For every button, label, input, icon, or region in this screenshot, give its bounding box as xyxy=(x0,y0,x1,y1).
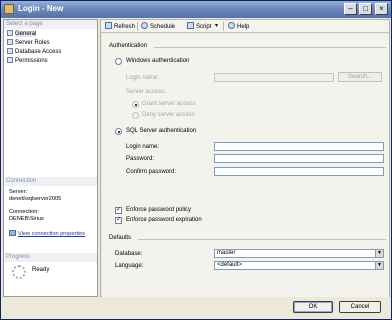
toolbar-separator xyxy=(223,22,224,31)
defaults-group-label: Defaults xyxy=(109,235,132,241)
view-connection-properties-link[interactable]: View connection properties xyxy=(9,230,85,238)
windows-login-name-field[interactable] xyxy=(214,73,334,82)
page-icon xyxy=(7,39,13,45)
toolbar-separator xyxy=(137,22,138,31)
deny-access-label: Deny server access xyxy=(142,112,195,118)
progress-header: Progress xyxy=(4,253,97,262)
minimize-button[interactable]: – xyxy=(344,3,357,15)
clock-icon xyxy=(141,22,148,29)
enforce-expiration-checkbox[interactable]: ✓ xyxy=(115,217,122,224)
title-bar[interactable]: Login - New – □ × xyxy=(1,1,391,18)
general-page-content: Authentication Windows authentication Lo… xyxy=(102,34,389,297)
maximize-button[interactable]: □ xyxy=(359,3,372,15)
help-button[interactable]: Help xyxy=(228,22,249,32)
right-pane: Refresh Schedule Script ▾ Help Authentic… xyxy=(100,19,390,297)
defaults-divider xyxy=(138,239,386,240)
refresh-icon xyxy=(105,22,112,29)
page-item-database-access[interactable]: Database Access xyxy=(7,48,61,56)
connection-header: Connection xyxy=(4,177,97,186)
enforce-expiration-label: Enforce password expiration xyxy=(126,217,202,223)
progress-status: Ready xyxy=(32,267,50,273)
page-item-general[interactable]: General xyxy=(7,30,37,38)
page-item-permissions[interactable]: Permissions xyxy=(7,57,48,65)
ok-button[interactable]: OK xyxy=(293,301,333,313)
windows-auth-radio[interactable] xyxy=(115,58,122,65)
connection-value: DENEB\Sirius xyxy=(9,216,44,222)
sql-auth-radio[interactable] xyxy=(115,128,122,135)
cancel-button[interactable]: Cancel xyxy=(339,301,381,313)
confirm-password-field[interactable] xyxy=(214,167,384,176)
enforce-policy-label: Enforce password policy xyxy=(126,207,192,213)
help-icon xyxy=(228,22,235,29)
windows-login-name-label: Login name: xyxy=(126,75,160,81)
left-pane: Select a page General Server Roles Datab… xyxy=(3,19,98,297)
server-value: deneb\sqlserver2005 xyxy=(9,196,62,202)
chevron-down-icon[interactable]: ▼ xyxy=(375,262,383,269)
grant-access-radio[interactable] xyxy=(132,101,139,108)
page-item-server-roles[interactable]: Server Roles xyxy=(7,39,50,47)
default-language-dropdown[interactable]: <default> ▼ xyxy=(214,261,384,270)
sql-login-name-label: Login name: xyxy=(126,144,160,150)
deny-access-radio[interactable] xyxy=(132,112,139,119)
default-database-label: Database: xyxy=(115,251,143,257)
connection-label: Connection: xyxy=(9,209,39,215)
server-label: Server: xyxy=(9,189,28,195)
authentication-group-label: Authentication xyxy=(109,43,148,49)
enforce-policy-checkbox[interactable]: ✓ xyxy=(115,207,122,214)
script-icon xyxy=(187,22,194,29)
connection-properties-icon xyxy=(9,230,16,236)
page-icon xyxy=(7,48,13,54)
sql-login-name-field[interactable] xyxy=(214,142,384,151)
close-button[interactable]: × xyxy=(375,3,388,15)
windows-auth-label: Windows authentication xyxy=(126,58,190,64)
page-icon xyxy=(7,30,13,36)
refresh-button[interactable]: Refresh xyxy=(105,22,135,32)
app-icon xyxy=(4,4,14,14)
authentication-divider xyxy=(154,47,386,48)
confirm-password-label: Confirm password: xyxy=(126,169,177,175)
toolbar: Refresh Schedule Script ▾ Help xyxy=(101,20,389,33)
page-icon xyxy=(7,57,13,63)
window-title: Login - New xyxy=(18,4,64,13)
chevron-down-icon[interactable]: ▼ xyxy=(375,250,383,257)
sql-auth-label: SQL Server authentication xyxy=(126,128,197,134)
select-page-header: Select a page xyxy=(4,20,97,29)
server-access-label: Server access: xyxy=(126,89,166,95)
default-language-label: Language: xyxy=(115,263,144,269)
progress-spinner-icon xyxy=(12,265,26,279)
schedule-button[interactable]: Schedule xyxy=(141,22,175,32)
script-button[interactable]: Script xyxy=(187,22,211,32)
script-dropdown-arrow[interactable]: ▾ xyxy=(215,22,218,31)
search-button[interactable]: Search... xyxy=(338,72,382,82)
default-database-dropdown[interactable]: master ▼ xyxy=(214,249,384,258)
grant-access-label: Grant server access xyxy=(142,101,196,107)
login-new-dialog: Login - New – □ × Select a page General … xyxy=(0,0,392,320)
password-label: Password: xyxy=(126,156,155,162)
password-field[interactable] xyxy=(214,154,384,163)
